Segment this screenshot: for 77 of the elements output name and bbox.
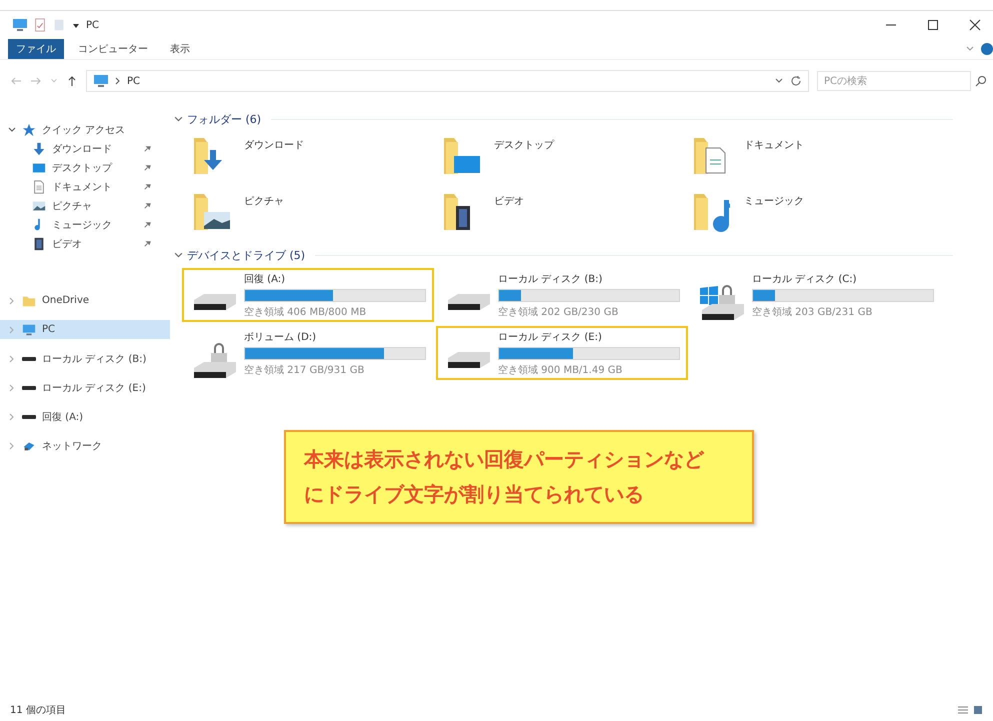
tiles-view-icon[interactable] [973, 705, 983, 715]
star-icon [22, 122, 36, 136]
drive-name: ローカル ディスク (B:) [498, 272, 604, 286]
section-heading[interactable]: デバイスとドライブ (5) [187, 248, 306, 262]
properties-icon[interactable] [33, 18, 47, 32]
nav-item[interactable]: 回復 (A:) [0, 407, 170, 426]
picture-icon [32, 198, 46, 212]
item-count: 11 個の項目 [10, 704, 66, 717]
drive-tile[interactable]: ローカル ディスク (B:) 空き領域 202 GB/230 GB [436, 268, 688, 322]
folder-tile[interactable]: ドキュメント [690, 134, 940, 182]
folder-tile[interactable]: ビデオ [440, 190, 690, 238]
nav-item[interactable]: ネットワーク [0, 436, 170, 455]
highlighted-drive-tile[interactable]: 回復 (A:) 空き領域 406 MB/800 MB [182, 268, 434, 322]
download-arrow-icon [32, 142, 46, 156]
monitor-icon [12, 17, 28, 33]
document-icon [32, 180, 46, 194]
nav-item[interactable]: PC [0, 320, 170, 339]
help-icon[interactable] [981, 43, 993, 55]
drive-name: 回復 (A:) [244, 272, 286, 286]
breadcrumb-chevron-icon[interactable] [115, 77, 121, 85]
nav-item[interactable]: デスクトップ [0, 158, 170, 177]
search-icon [975, 75, 987, 87]
drive-icon [22, 414, 36, 418]
drive-name: ローカル ディスク (E:) [498, 330, 603, 344]
nav-item[interactable]: ダウンロード [0, 139, 170, 158]
folder-tile[interactable]: デスクトップ [440, 134, 690, 182]
chevron-right-icon[interactable] [8, 296, 16, 304]
nav-item[interactable]: OneDrive [0, 291, 170, 310]
free-space-text: 空き領域 406 MB/800 MB [244, 306, 368, 318]
folder-icon [22, 294, 36, 308]
film-icon [32, 236, 46, 250]
chevron-down-icon[interactable] [174, 250, 183, 260]
chevron-down-icon[interactable] [174, 114, 183, 124]
free-space-text: 空き領域 203 GB/231 GB [752, 306, 874, 318]
up-arrow-icon[interactable] [66, 75, 78, 87]
drive-name: ボリューム (D:) [244, 330, 318, 344]
nav-item[interactable]: ピクチャ [0, 196, 170, 215]
section-heading[interactable]: フォルダー (6) [187, 112, 262, 126]
free-space-text: 空き領域 202 GB/230 GB [498, 306, 620, 318]
free-space-text: 空き領域 900 MB/1.49 GB [498, 364, 624, 376]
chevron-right-icon[interactable] [8, 384, 16, 392]
window-title: PC [86, 20, 100, 30]
callout-text: にドライブ文字が割り当てられている [304, 481, 645, 508]
folder-tile[interactable]: ダウンロード [190, 134, 440, 182]
monitor-icon [22, 322, 36, 336]
maximize-icon[interactable] [927, 19, 939, 31]
drive-icon [22, 356, 36, 360]
nav-item[interactable]: ローカル ディスク (B:) [0, 349, 170, 368]
nav-item[interactable]: ドキュメント [0, 177, 170, 196]
folder-tile[interactable]: ピクチャ [190, 190, 440, 238]
close-icon[interactable] [969, 19, 981, 31]
ribbon-tab[interactable]: ファイル [8, 39, 64, 59]
search-field[interactable]: PCの検索 [817, 71, 971, 91]
address-bar[interactable]: PC [86, 70, 809, 92]
drive-tile[interactable]: ローカル ディスク (C:) 空き領域 203 GB/231 GB [690, 268, 942, 322]
monitor-icon [93, 73, 109, 89]
nav-item[interactable]: ミュージック [0, 215, 170, 234]
ribbon-tab[interactable]: 表示 [162, 39, 198, 59]
ribbon-tab[interactable]: コンピューター [70, 39, 156, 59]
details-view-icon[interactable] [957, 705, 969, 715]
free-space-text: 空き領域 217 GB/931 GB [244, 364, 366, 376]
refresh-icon[interactable] [790, 75, 802, 87]
callout-text: 本来は表示されない回復パーティションなど [304, 446, 706, 473]
chevron-right-icon[interactable] [8, 442, 16, 450]
drive-name: ローカル ディスク (C:) [752, 272, 858, 286]
chevron-right-icon[interactable] [8, 354, 16, 362]
nav-item[interactable]: ビデオ [0, 234, 170, 253]
drive-tile[interactable]: ボリューム (D:) 空き領域 217 GB/931 GB [182, 326, 434, 380]
breadcrumb-item[interactable]: PC [127, 76, 140, 86]
drive-icon [22, 386, 36, 390]
chevron-right-icon[interactable] [8, 412, 16, 420]
folder-tile[interactable]: ミュージック [690, 190, 940, 238]
chevron-down-icon[interactable] [8, 126, 16, 134]
nav-item[interactable]: クイック アクセス [0, 120, 170, 139]
highlighted-drive-tile[interactable]: ローカル ディスク (E:) 空き領域 900 MB/1.49 GB [436, 326, 688, 380]
nav-item[interactable]: ローカル ディスク (E:) [0, 378, 170, 397]
desktop-icon [32, 160, 46, 174]
